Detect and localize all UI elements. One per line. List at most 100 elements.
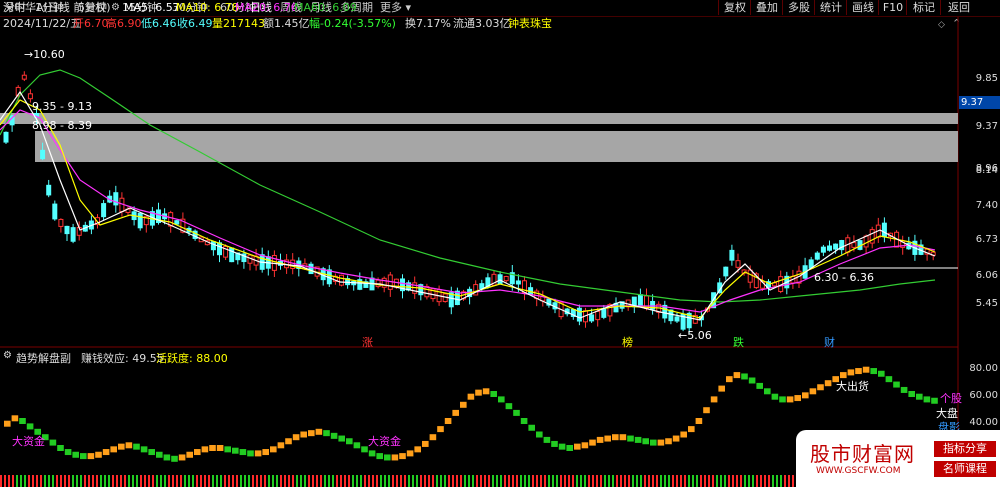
event-marker-list[interactable]: 榜 xyxy=(622,334,633,350)
candle xyxy=(576,307,582,322)
strip-bar xyxy=(368,475,370,487)
strip-bar xyxy=(428,475,430,487)
oscillator-bar xyxy=(741,373,748,380)
strip-bar xyxy=(76,475,78,487)
strip-bar xyxy=(152,475,154,487)
strip-bar xyxy=(60,475,62,487)
strip-bar xyxy=(112,475,114,487)
oscillator-bar xyxy=(657,439,665,446)
oscillator-bar xyxy=(209,445,216,451)
ad-tag-courses[interactable]: 名师课程 xyxy=(934,461,996,477)
oscillator-bar xyxy=(19,418,26,424)
indicator-settings-icon[interactable]: ⚙ xyxy=(3,350,12,361)
oscillator-bar xyxy=(558,443,566,450)
oscillator-bar xyxy=(118,443,125,450)
strip-bar xyxy=(156,475,158,487)
strip-bar xyxy=(204,475,206,487)
strip-bar xyxy=(300,475,302,487)
strip-bar xyxy=(748,475,750,487)
strip-bar xyxy=(304,475,306,487)
strip-bar xyxy=(512,475,514,487)
oscillator-bar xyxy=(338,435,345,442)
strip-bar xyxy=(620,475,622,487)
strip-bar xyxy=(408,475,410,487)
strip-bar xyxy=(568,475,570,487)
event-marker-finance[interactable]: 财 xyxy=(824,334,835,350)
price-chart[interactable] xyxy=(0,0,1000,487)
strip-bar xyxy=(468,475,470,487)
strip-bar xyxy=(328,475,330,487)
oscillator-bar xyxy=(574,443,581,450)
oscillator-bar xyxy=(95,451,102,458)
oscillator-bar xyxy=(346,438,353,445)
strip-bar xyxy=(552,475,554,487)
strip-bar xyxy=(540,475,542,487)
strip-bar xyxy=(528,475,530,487)
strip-bar xyxy=(32,475,34,487)
indicator-name: 趋势解盘副 xyxy=(16,352,71,365)
oscillator-bar xyxy=(490,391,497,397)
strip-bar xyxy=(216,475,218,487)
oscillator-bar xyxy=(406,450,414,457)
oscillator-bar xyxy=(665,438,672,445)
strip-bar xyxy=(516,475,518,487)
oscillator-bar xyxy=(680,431,687,438)
oscillator-bar xyxy=(475,389,482,396)
strip-bar xyxy=(16,475,18,487)
oscillator-bar xyxy=(589,439,596,446)
oscillator-bar xyxy=(596,436,604,443)
oscillator-bar xyxy=(239,449,247,456)
strip-bar xyxy=(588,475,590,487)
oscillator-bar xyxy=(612,434,619,441)
strip-bar xyxy=(356,475,358,487)
strip-bar xyxy=(488,475,490,487)
candle xyxy=(729,249,735,261)
oscillator-bar xyxy=(748,377,756,384)
candle xyxy=(290,259,296,269)
candle xyxy=(747,269,753,283)
strip-bar xyxy=(584,475,586,487)
strip-bar xyxy=(288,475,290,487)
strip-bar xyxy=(580,475,582,487)
oscillator-bar xyxy=(216,445,224,451)
strip-bar xyxy=(672,475,674,487)
oscillator-bar xyxy=(482,388,490,395)
candle xyxy=(503,275,509,282)
oscillator-bar xyxy=(581,442,589,449)
strip-bar xyxy=(172,475,174,487)
strip-bar xyxy=(416,475,418,487)
oscillator-bar xyxy=(923,396,931,403)
event-marker-up[interactable]: 涨 xyxy=(362,334,373,350)
oscillator-bar xyxy=(543,436,551,443)
oscillator-bar xyxy=(437,426,444,433)
strip-bar xyxy=(612,475,614,487)
oscillator-bar xyxy=(551,440,558,447)
strip-bar xyxy=(464,475,466,487)
candle xyxy=(723,266,729,277)
annotation-low: ←5.06 xyxy=(678,329,712,342)
ad-tag-indicators[interactable]: 指标分享 xyxy=(934,441,996,457)
oscillator-bar xyxy=(505,403,513,410)
strip-bar xyxy=(92,475,94,487)
oscillator-bar xyxy=(156,451,163,458)
strip-bar xyxy=(680,475,682,487)
event-marker-down[interactable]: 跌 xyxy=(733,334,744,350)
candle xyxy=(820,246,826,253)
candle xyxy=(863,235,869,248)
strip-bar xyxy=(644,475,646,487)
oscillator-bar xyxy=(262,449,269,456)
strip-bar xyxy=(184,475,186,487)
strip-bar xyxy=(684,475,686,487)
strip-bar xyxy=(504,475,506,487)
strip-bar xyxy=(248,475,250,487)
oscillator-bar xyxy=(786,396,794,403)
strip-bar xyxy=(388,475,390,487)
label-big-fund-2: 大资金 xyxy=(368,435,401,448)
strip-bar xyxy=(404,475,406,487)
strip-bar xyxy=(736,475,738,487)
strip-bar xyxy=(492,475,494,487)
oscillator-bar xyxy=(855,368,862,375)
oscillator-bar xyxy=(900,386,908,393)
strip-bar xyxy=(36,475,38,487)
strip-bar xyxy=(604,475,606,487)
